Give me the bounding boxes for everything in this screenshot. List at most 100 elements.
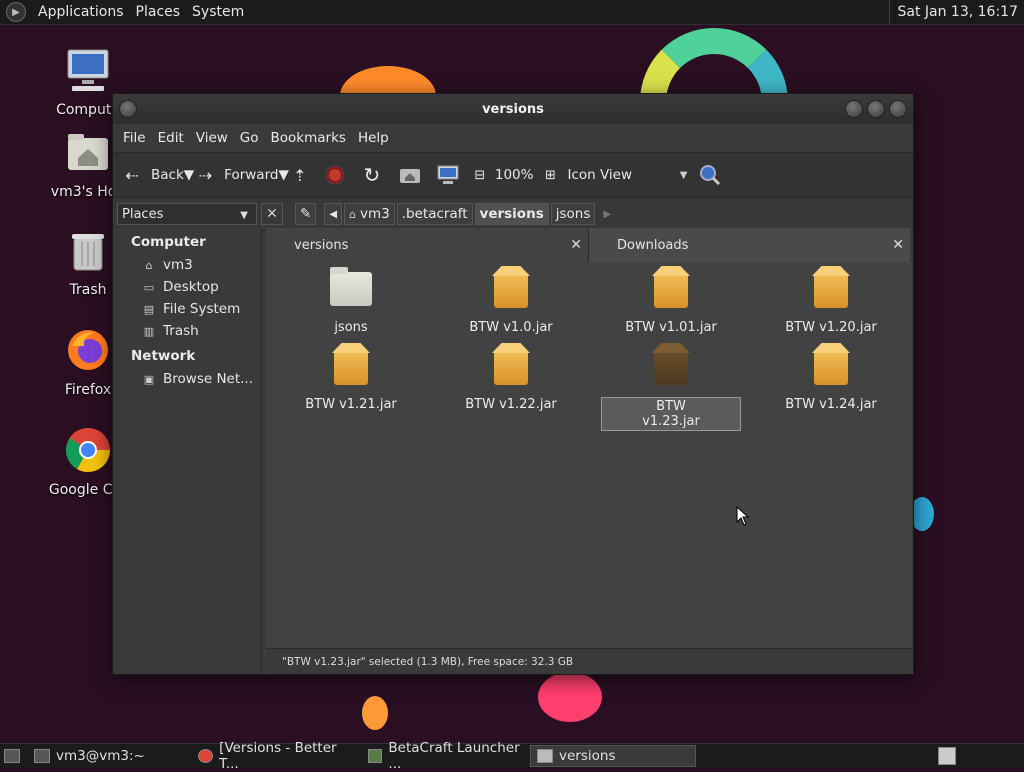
menu-help[interactable]: Help [352, 130, 395, 146]
taskbar-label: vm3@vm3:~ [56, 748, 145, 764]
chrome-icon [198, 749, 213, 763]
file-item-btw-v1-0[interactable]: BTW v1.0.jar [441, 272, 581, 335]
breadcrumb-left-button[interactable]: ◀ [324, 203, 342, 225]
close-tab-icon[interactable]: ✕ [892, 237, 904, 253]
taskbar-item-betacraft[interactable]: BetaCraft Launcher ... [362, 745, 526, 767]
file-item-btw-v1-21[interactable]: BTW v1.21.jar [281, 349, 421, 412]
menubar: File Edit View Go Bookmarks Help [113, 124, 913, 152]
zoom-in-icon: ⊞ [539, 164, 561, 186]
sidebar-item-browse-network[interactable]: ▣ Browse Net... [113, 368, 261, 390]
file-label: BTW v1.01.jar [601, 320, 741, 335]
close-sidebar-button[interactable]: ✕ [261, 203, 283, 225]
sidebar-item-trash[interactable]: ▥Trash [113, 320, 261, 342]
network-icon: ▣ [141, 372, 157, 386]
chevron-left-icon: ◀ [329, 209, 337, 220]
sidebar-item-label: Trash [163, 323, 199, 339]
taskbar-label: BetaCraft Launcher ... [388, 740, 520, 772]
breadcrumb-item-vm3[interactable]: ⌂ vm3 [344, 203, 395, 225]
back-button[interactable]: ⇠ Back [121, 164, 184, 186]
menu-edit[interactable]: Edit [152, 130, 190, 146]
jar-package-icon [649, 272, 693, 314]
forward-button[interactable]: ⇢ Forward [194, 164, 278, 186]
taskbar-item-terminal[interactable]: vm3@vm3:~ [28, 745, 188, 767]
breadcrumb-item-jsons[interactable]: jsons [551, 203, 596, 225]
reload-button[interactable]: ↻ [361, 164, 383, 186]
file-label: jsons [281, 320, 421, 335]
tab-downloads[interactable]: Downloads ✕ [588, 228, 910, 262]
computer-button[interactable] [437, 165, 459, 185]
menu-view[interactable]: View [190, 130, 234, 146]
file-item-btw-v1-20[interactable]: BTW v1.20.jar [761, 272, 901, 335]
sidebar-item-label: File System [163, 301, 240, 317]
zoom-out-button[interactable]: ⊟ [469, 164, 491, 186]
forward-history-dropdown[interactable]: ▼ [278, 167, 288, 183]
taskbar-item-versions[interactable]: versions [530, 745, 696, 767]
menu-bookmarks[interactable]: Bookmarks [265, 130, 352, 146]
computer-icon [64, 46, 112, 94]
home-folder-icon [64, 128, 112, 176]
sidebar-item-vm3[interactable]: ⌂ vm3 [113, 254, 261, 276]
menu-file[interactable]: File [117, 130, 152, 146]
window-title: versions [482, 102, 544, 117]
menu-system[interactable]: System [186, 4, 250, 20]
taskbar-item-chrome[interactable]: [Versions - Better T... [192, 745, 358, 767]
sidebar-item-desktop[interactable]: ▭Desktop [113, 276, 261, 298]
back-arrow-icon: ⇠ [121, 164, 143, 186]
tab-versions[interactable]: versions ✕ [266, 228, 588, 262]
window-titlebar[interactable]: versions [113, 94, 913, 124]
menu-places[interactable]: Places [130, 4, 187, 20]
sidebar-type-select[interactable]: Places ▼ [117, 203, 257, 225]
menu-go[interactable]: Go [234, 130, 265, 146]
file-item-btw-v1-01[interactable]: BTW v1.01.jar [601, 272, 741, 335]
taskbar-label: versions [559, 748, 615, 764]
back-history-dropdown[interactable]: ▼ [184, 167, 194, 183]
toggle-location-entry-button[interactable]: ✎ [295, 203, 316, 225]
file-item-btw-v1-24[interactable]: BTW v1.24.jar [761, 349, 901, 412]
show-desktop-button[interactable] [0, 745, 24, 767]
folder-icon [537, 749, 553, 763]
breadcrumb-item-betacraft[interactable]: .betacraft [397, 203, 473, 225]
workspace-switcher[interactable] [938, 747, 956, 765]
menu-applications[interactable]: Applications [32, 4, 130, 20]
up-button[interactable]: ⇡ [289, 164, 311, 186]
home-folder-icon: ⌂ [349, 208, 356, 221]
close-tab-icon[interactable]: ✕ [570, 237, 582, 253]
close-window-button[interactable] [889, 100, 907, 118]
sidebar-item-label: Browse Net... [163, 371, 253, 387]
file-item-btw-v1-22[interactable]: BTW v1.22.jar [441, 349, 581, 412]
clock[interactable]: Sat Jan 13, 16:17 [889, 0, 1024, 24]
back-label: Back [151, 167, 184, 183]
jar-package-icon [489, 272, 533, 314]
breadcrumb-right-button[interactable]: ▶ [603, 209, 611, 220]
chrome-icon [64, 426, 112, 474]
window-menu-button[interactable] [119, 100, 137, 118]
wallpaper-blob-small [362, 696, 388, 730]
file-item-jsons[interactable]: jsons [281, 272, 421, 335]
jar-package-icon [809, 272, 853, 314]
file-label: BTW v1.20.jar [761, 320, 901, 335]
jar-package-icon [489, 349, 533, 391]
minimize-button[interactable] [845, 100, 863, 118]
home-folder-icon: ⌂ [141, 258, 157, 272]
places-sidebar: Computer ⌂ vm3 ▭Desktop ▤ File System ▥Tra… [113, 228, 262, 674]
file-label: BTW v1.22.jar [441, 397, 581, 412]
zoom-in-button[interactable]: ⊞ [539, 164, 561, 186]
stop-button[interactable] [325, 165, 345, 185]
sidebar-item-label: vm3 [163, 257, 193, 273]
sidebar-header-computer: Computer [113, 228, 261, 254]
file-label: BTW v1.24.jar [761, 397, 901, 412]
mouse-cursor-icon [736, 506, 750, 526]
breadcrumb-item-versions[interactable]: versions [475, 203, 549, 225]
view-mode-select[interactable]: Icon View ▼ [567, 167, 687, 183]
file-view: versions ✕ Downloads ✕ jsons BTW v1.0.ja… [266, 228, 912, 674]
maximize-button[interactable] [867, 100, 885, 118]
drive-icon: ▤ [141, 302, 157, 316]
home-button[interactable] [399, 166, 421, 184]
sidebar-item-file-system[interactable]: ▤ File System [113, 298, 261, 320]
tab-label: Downloads [617, 238, 688, 253]
distro-logo-icon[interactable]: ▶ [6, 2, 26, 22]
file-item-btw-v1-23-selected[interactable]: BTW v1.23.jar [601, 349, 741, 431]
icon-grid: jsons BTW v1.0.jar BTW v1.01.jar BTW v1.… [266, 262, 912, 634]
tab-bar: versions ✕ Downloads ✕ [266, 228, 912, 262]
search-button[interactable] [699, 164, 721, 186]
